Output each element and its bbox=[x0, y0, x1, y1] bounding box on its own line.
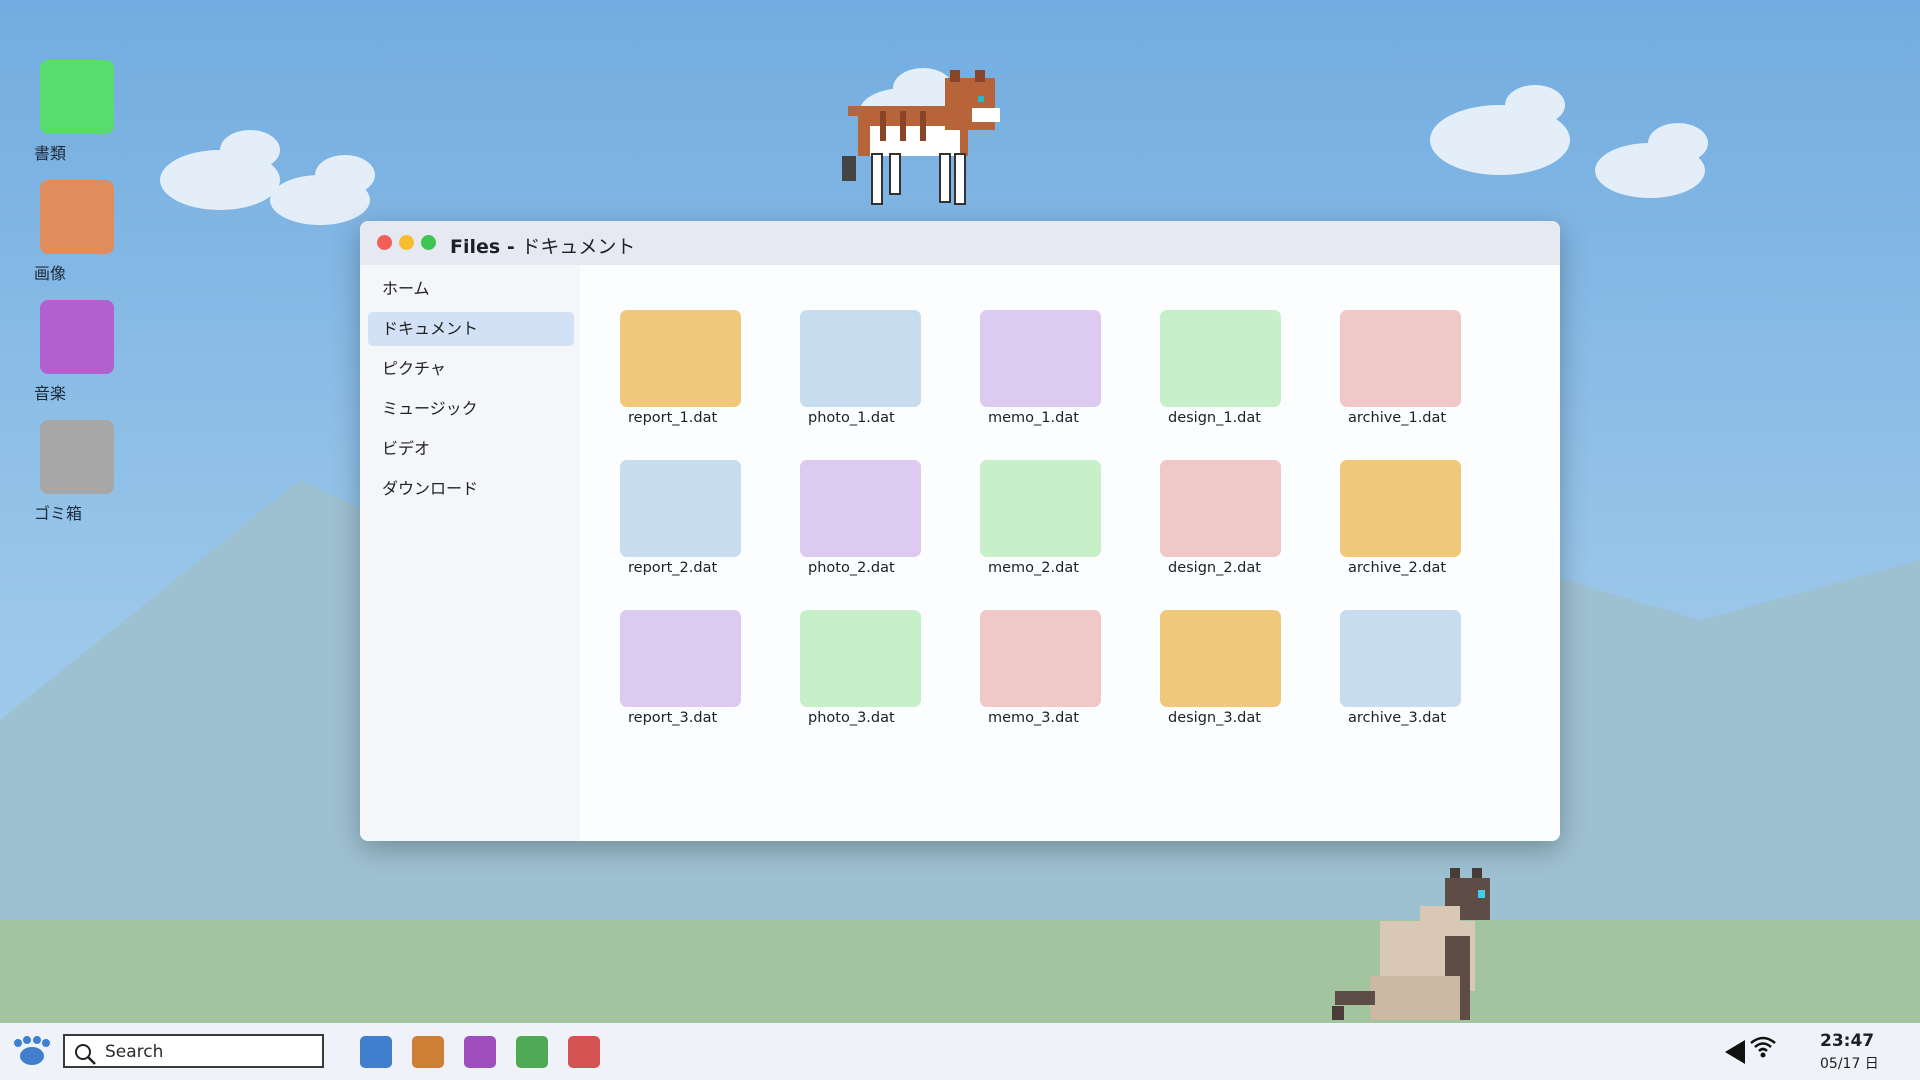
sidebar-item-home[interactable]: ホーム bbox=[368, 272, 574, 306]
cloud bbox=[1648, 123, 1708, 163]
maximize-button[interactable] bbox=[421, 235, 436, 250]
sidebar-item-music[interactable]: ミュージック bbox=[368, 392, 574, 426]
file-grid: report_1.dat photo_1.dat memo_1.dat desi… bbox=[580, 265, 1560, 841]
sidebar: ホーム ドキュメント ピクチャ ミュージック ビデオ ダウンロード bbox=[360, 265, 580, 841]
file-icon bbox=[800, 310, 921, 407]
desktop-icon-label: 音楽 bbox=[34, 384, 67, 403]
file-icon bbox=[800, 460, 921, 557]
taskbar-app-green[interactable] bbox=[516, 1036, 548, 1068]
desktop-icon-label: 画像 bbox=[34, 264, 67, 283]
file-icon bbox=[1340, 310, 1461, 407]
file-name: photo_2.dat bbox=[808, 560, 895, 576]
file-icon bbox=[620, 610, 741, 707]
desktop-icon-trash[interactable]: ゴミ箱 bbox=[33, 420, 143, 524]
file-name: design_1.dat bbox=[1168, 410, 1261, 426]
sidebar-item-documents[interactable]: ドキュメント bbox=[368, 312, 574, 346]
taskbar: Search 23:47 05/17 日 bbox=[0, 1023, 1920, 1080]
file-item[interactable]: memo_2.dat bbox=[980, 460, 1120, 576]
sidebar-item-downloads[interactable]: ダウンロード bbox=[368, 472, 574, 506]
file-icon bbox=[1160, 310, 1281, 407]
file-name: report_1.dat bbox=[628, 410, 718, 426]
file-item[interactable]: design_3.dat bbox=[1160, 610, 1300, 726]
file-icon bbox=[980, 610, 1101, 707]
desktop-icon-label: ゴミ箱 bbox=[34, 504, 83, 523]
folder-icon bbox=[40, 180, 114, 254]
search-placeholder: Search bbox=[105, 1042, 164, 1062]
file-name: memo_2.dat bbox=[988, 560, 1079, 576]
file-item[interactable]: archive_2.dat bbox=[1340, 460, 1480, 576]
desktop-icon-label: 書類 bbox=[34, 144, 67, 163]
file-manager-window: Files - ドキュメント ホーム ドキュメント ピクチャ ミュージック ビデ… bbox=[360, 221, 1560, 841]
file-icon bbox=[1340, 460, 1461, 557]
file-icon bbox=[1160, 610, 1281, 707]
window-title: Files - ドキュメント bbox=[450, 236, 636, 258]
file-item[interactable]: report_1.dat bbox=[620, 310, 760, 426]
cloud bbox=[1505, 85, 1565, 125]
desktop-icon-pictures[interactable]: 画像 bbox=[33, 180, 143, 284]
close-button[interactable] bbox=[377, 235, 392, 250]
file-name: report_3.dat bbox=[628, 710, 718, 726]
trash-icon bbox=[40, 420, 114, 494]
file-item[interactable]: archive_1.dat bbox=[1340, 310, 1480, 426]
file-name: memo_1.dat bbox=[988, 410, 1079, 426]
file-item[interactable]: report_2.dat bbox=[620, 460, 760, 576]
file-item[interactable]: photo_1.dat bbox=[800, 310, 940, 426]
file-name: archive_2.dat bbox=[1348, 560, 1447, 576]
file-item[interactable]: report_3.dat bbox=[620, 610, 760, 726]
cloud bbox=[220, 130, 280, 170]
file-name: photo_3.dat bbox=[808, 710, 895, 726]
clock-time[interactable]: 23:47 bbox=[1820, 1031, 1874, 1051]
file-item[interactable]: photo_2.dat bbox=[800, 460, 940, 576]
wifi-icon[interactable] bbox=[1749, 1035, 1777, 1059]
sidebar-item-videos[interactable]: ビデオ bbox=[368, 432, 574, 466]
folder-icon bbox=[40, 300, 114, 374]
cat-sprite-sitting bbox=[1332, 868, 1490, 1020]
file-name: photo_1.dat bbox=[808, 410, 895, 426]
file-icon bbox=[980, 460, 1101, 557]
window-titlebar[interactable]: Files - ドキュメント bbox=[360, 221, 1560, 265]
file-icon bbox=[1340, 610, 1461, 707]
desktop-icon-documents[interactable]: 書類 bbox=[33, 60, 143, 164]
file-name: archive_3.dat bbox=[1348, 710, 1447, 726]
file-item[interactable]: archive_3.dat bbox=[1340, 610, 1480, 726]
file-name: memo_3.dat bbox=[988, 710, 1079, 726]
folder-icon bbox=[40, 60, 114, 134]
taskbar-app-red[interactable] bbox=[568, 1036, 600, 1068]
file-item[interactable]: memo_3.dat bbox=[980, 610, 1120, 726]
file-name: design_3.dat bbox=[1168, 710, 1261, 726]
file-name: report_2.dat bbox=[628, 560, 718, 576]
file-item[interactable]: photo_3.dat bbox=[800, 610, 940, 726]
search-icon bbox=[75, 1044, 96, 1065]
taskbar-app-purple[interactable] bbox=[464, 1036, 496, 1068]
file-item[interactable]: memo_1.dat bbox=[980, 310, 1120, 426]
volume-icon[interactable] bbox=[1723, 1039, 1747, 1065]
file-item[interactable]: design_2.dat bbox=[1160, 460, 1300, 576]
file-icon bbox=[620, 460, 741, 557]
file-name: design_2.dat bbox=[1168, 560, 1261, 576]
desktop-icon-music[interactable]: 音楽 bbox=[33, 300, 143, 404]
cloud bbox=[315, 155, 375, 195]
file-icon bbox=[980, 310, 1101, 407]
paw-icon[interactable] bbox=[14, 1035, 50, 1067]
clock-date: 05/17 日 bbox=[1820, 1056, 1879, 1072]
file-icon bbox=[1160, 460, 1281, 557]
search-box[interactable]: Search bbox=[63, 1034, 324, 1068]
file-icon bbox=[800, 610, 921, 707]
file-item[interactable]: design_1.dat bbox=[1160, 310, 1300, 426]
cat-sprite-walking bbox=[842, 70, 1000, 205]
file-icon bbox=[620, 310, 741, 407]
file-name: archive_1.dat bbox=[1348, 410, 1447, 426]
taskbar-app-orange[interactable] bbox=[412, 1036, 444, 1068]
sidebar-item-pictures[interactable]: ピクチャ bbox=[368, 352, 574, 386]
taskbar-app-blue[interactable] bbox=[360, 1036, 392, 1068]
minimize-button[interactable] bbox=[399, 235, 414, 250]
